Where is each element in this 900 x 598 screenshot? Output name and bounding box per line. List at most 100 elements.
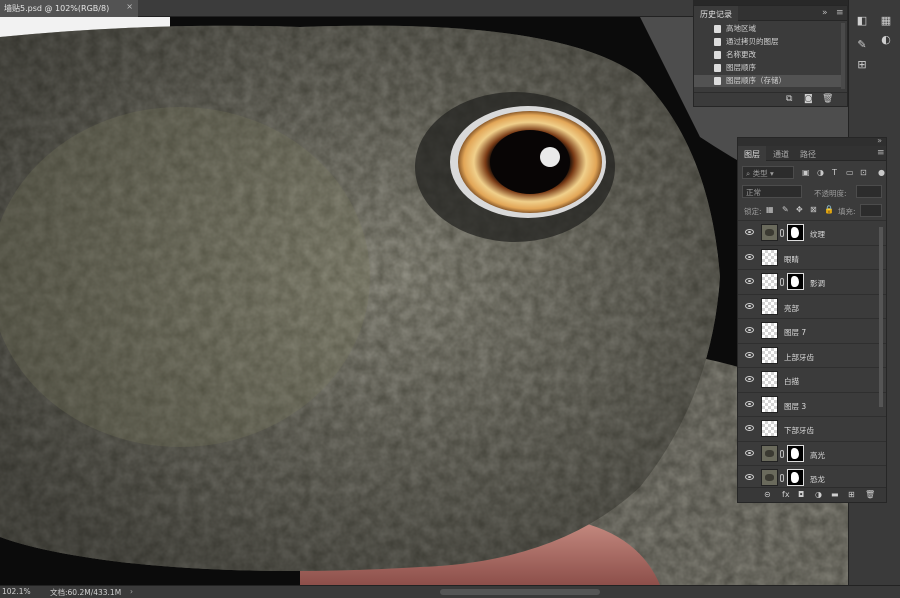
history-panel-icon[interactable]: ◧ xyxy=(855,14,869,28)
visibility-eye-icon[interactable] xyxy=(745,302,754,309)
link-icon[interactable]: ⊝ xyxy=(764,490,771,499)
layer-thumbnail[interactable] xyxy=(761,444,778,462)
tab-paths[interactable]: 路径 xyxy=(794,146,822,161)
filter-type-icon[interactable]: T xyxy=(832,168,837,177)
history-footer: ⧉ ◙ 🗑 xyxy=(694,92,847,106)
filter-toggle-icon[interactable]: ● xyxy=(878,168,885,177)
visibility-eye-icon[interactable] xyxy=(745,400,754,407)
layer-mask-thumbnail[interactable] xyxy=(787,444,804,462)
layer-name: 恐龙 xyxy=(810,475,825,484)
document-tab[interactable]: 墙贴5.psd @ 102%(RGB/8) × xyxy=(0,0,138,17)
opacity-field[interactable] xyxy=(856,185,882,198)
tab-history[interactable]: 历史记录 xyxy=(694,6,738,21)
new-layer-icon[interactable]: ⊞ xyxy=(848,490,855,499)
visibility-eye-icon[interactable] xyxy=(745,376,754,382)
search-icon: ⌕ xyxy=(746,169,753,178)
horizontal-scrollbar[interactable] xyxy=(440,589,600,595)
history-item[interactable]: 高地区域 xyxy=(694,23,842,35)
layers-footer: ⊝ fx ◘ ◑ ▬ ⊞ 🗑 xyxy=(738,487,886,502)
layer-thumbnail[interactable] xyxy=(761,395,778,413)
visibility-eye-icon[interactable] xyxy=(745,449,754,456)
blend-mode-select[interactable]: 正常 xyxy=(742,185,802,198)
layer-row[interactable]: 上部牙齿 xyxy=(738,342,886,368)
layer-mask-thumbnail[interactable] xyxy=(787,273,804,290)
layer-name: 图层 7 xyxy=(784,328,807,337)
filter-shape-icon[interactable]: ▭ xyxy=(846,168,854,177)
layer-row[interactable]: 亮部 xyxy=(738,293,886,319)
camera-icon[interactable]: ◙ xyxy=(804,94,813,104)
visibility-eye-icon[interactable] xyxy=(745,229,754,235)
history-item[interactable]: 图层顺序（存储） xyxy=(694,75,842,87)
visibility-eye-icon[interactable] xyxy=(745,474,754,480)
lock-transparent-icon[interactable]: ▦ xyxy=(766,205,774,214)
filter-smart-icon[interactable]: ⊡ xyxy=(860,168,867,177)
layer-row[interactable]: 纹理 xyxy=(738,220,886,245)
tab-layers[interactable]: 图层 xyxy=(738,146,766,161)
collapse-icon[interactable]: » xyxy=(822,8,828,18)
mask-link-icon[interactable] xyxy=(780,278,784,286)
mask-link-icon[interactable] xyxy=(780,229,784,237)
visibility-eye-icon[interactable] xyxy=(745,278,754,284)
layer-row[interactable]: 图层 7 xyxy=(738,318,886,343)
color-panel-icon[interactable]: ▦ xyxy=(879,14,893,28)
visibility-eye-icon[interactable] xyxy=(745,351,754,358)
properties-icon[interactable]: ⊞ xyxy=(855,58,869,72)
layer-thumbnail[interactable] xyxy=(761,371,778,388)
close-tab-icon[interactable]: × xyxy=(126,2,133,11)
layer-row[interactable]: 图层 3 xyxy=(738,391,886,417)
history-item[interactable]: 通过拷贝的图层 xyxy=(694,36,842,48)
panel-menu-icon[interactable]: ≡ xyxy=(877,148,885,158)
mask-link-icon[interactable] xyxy=(780,449,784,458)
brush-settings-icon[interactable]: ✎ xyxy=(855,38,869,52)
visibility-eye-icon[interactable] xyxy=(745,327,754,333)
lock-all-icon[interactable]: 🔒 xyxy=(824,205,834,214)
layer-row[interactable]: 影调 xyxy=(738,269,886,294)
layer-thumbnail[interactable] xyxy=(761,322,778,339)
layer-filter-select[interactable]: ⌕ 类型 ▾ xyxy=(742,166,794,179)
layer-thumbnail[interactable] xyxy=(761,224,778,241)
visibility-eye-icon[interactable] xyxy=(745,253,754,260)
layer-mask-thumbnail[interactable] xyxy=(787,224,804,241)
adjustments-icon[interactable]: ◐ xyxy=(879,33,893,47)
panel-menu-icon[interactable]: ≡ xyxy=(836,8,844,18)
zoom-field[interactable]: 102.1% xyxy=(2,587,31,596)
collapse-icon[interactable]: » xyxy=(877,136,882,145)
lock-brush-icon[interactable]: ✎ xyxy=(782,205,789,214)
visibility-eye-icon[interactable] xyxy=(745,425,754,431)
history-item[interactable]: 图层顺序 xyxy=(694,62,842,74)
layer-row[interactable]: 高光 xyxy=(738,440,886,466)
folder-icon[interactable]: ▬ xyxy=(831,490,839,499)
tab-channels[interactable]: 通道 xyxy=(767,146,795,161)
status-menu-arrow[interactable]: › xyxy=(130,587,133,596)
layer-row[interactable]: 眼睛 xyxy=(738,244,886,270)
fill-field[interactable] xyxy=(860,204,882,217)
history-scrollbar[interactable] xyxy=(841,23,845,89)
mask-link-icon[interactable] xyxy=(780,474,784,482)
panel-grip[interactable]: » xyxy=(738,136,886,146)
layer-thumbnail[interactable] xyxy=(761,346,778,364)
history-item[interactable]: 名称更改 xyxy=(694,49,842,61)
filter-pixel-icon[interactable]: ▣ xyxy=(802,168,810,177)
filter-kind: 类型 xyxy=(752,169,768,178)
trash-icon[interactable]: 🗑 xyxy=(822,94,833,104)
lock-artboard-icon[interactable]: ⊠ xyxy=(810,205,817,214)
layer-name: 图层 3 xyxy=(784,401,807,411)
layer-thumbnail[interactable] xyxy=(761,297,778,315)
mask-icon[interactable]: ◘ xyxy=(798,490,804,499)
adjustment-icon[interactable]: ◑ xyxy=(815,490,822,499)
history-state-icon xyxy=(714,64,721,72)
layer-row[interactable]: 下部牙齿 xyxy=(738,416,886,441)
layer-thumbnail[interactable] xyxy=(761,420,778,437)
lock-move-icon[interactable]: ✥ xyxy=(796,205,803,214)
filter-adjustment-icon[interactable]: ◑ xyxy=(817,168,824,177)
layer-thumbnail[interactable] xyxy=(761,469,778,486)
layer-thumbnail[interactable] xyxy=(761,273,778,290)
layer-row[interactable]: 白描 xyxy=(738,367,886,392)
layer-mask-thumbnail[interactable] xyxy=(787,469,804,486)
history-item-label: 图层顺序（存储） xyxy=(726,76,786,85)
new-snapshot-icon[interactable]: ⧉ xyxy=(786,94,792,104)
fx-icon[interactable]: fx xyxy=(782,490,790,499)
layer-thumbnail[interactable] xyxy=(761,248,778,266)
trash-icon[interactable]: 🗑 xyxy=(865,490,875,499)
layers-scrollbar[interactable] xyxy=(879,227,883,407)
